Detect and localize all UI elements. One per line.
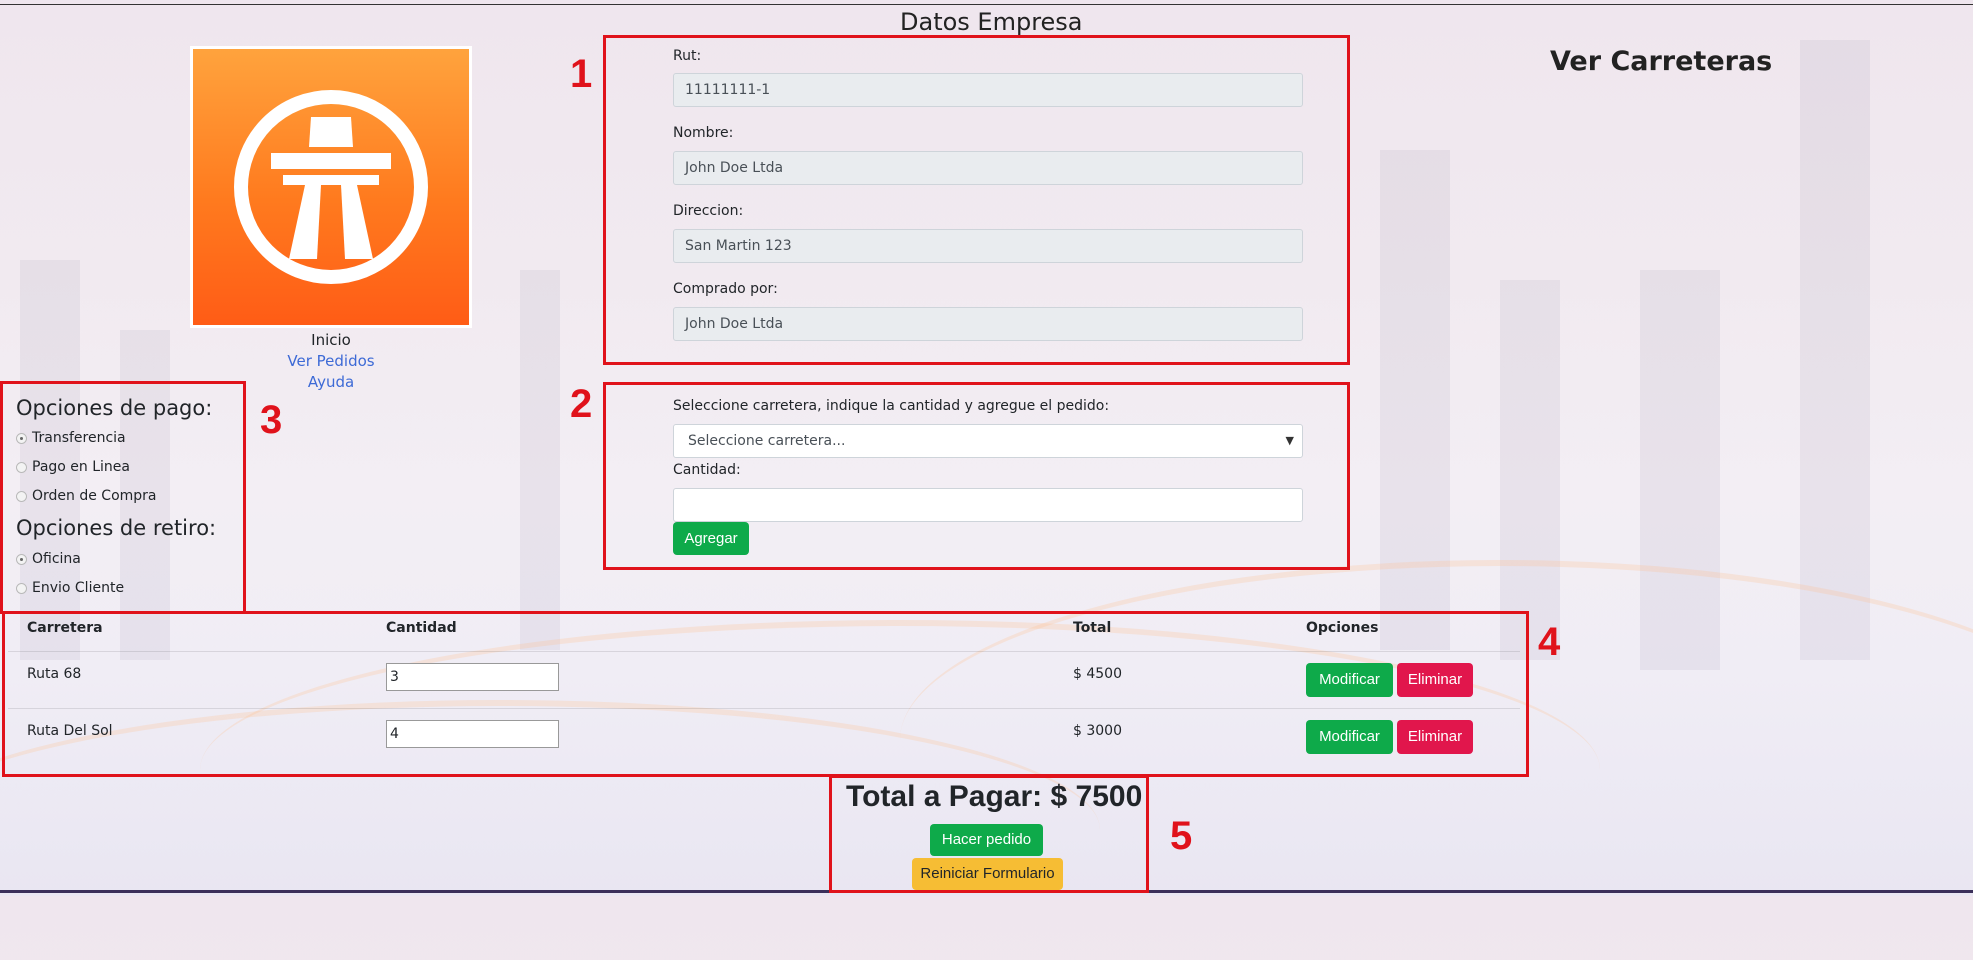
top-border — [0, 4, 1973, 5]
page-title: Datos Empresa — [900, 8, 1083, 36]
highway-icon — [234, 90, 428, 284]
eliminar-button[interactable]: Eliminar — [1397, 663, 1473, 697]
side-nav: Inicio Ver Pedidos Ayuda — [190, 330, 472, 393]
annotation-number-4: 4 — [1538, 620, 1561, 664]
comprado-field[interactable]: John Doe Ltda — [673, 307, 1303, 341]
cell-carretera: Ruta 68 — [27, 666, 82, 682]
carretera-select-value: Seleccione carretera... — [688, 433, 846, 449]
modificar-button[interactable]: Modificar — [1306, 663, 1393, 697]
col-header-carretera: Carretera — [27, 620, 103, 636]
direccion-field[interactable]: San Martin 123 — [673, 229, 1303, 263]
nombre-field[interactable]: John Doe Ltda — [673, 151, 1303, 185]
highway-logo — [190, 46, 472, 328]
cell-cantidad-input[interactable]: 4 — [386, 720, 559, 748]
nav-inicio[interactable]: Inicio — [190, 330, 472, 351]
radio-icon[interactable] — [16, 582, 27, 594]
cell-carretera: Ruta Del Sol — [27, 723, 113, 739]
radio-icon[interactable] — [16, 490, 27, 502]
modificar-button[interactable]: Modificar — [1306, 720, 1393, 754]
col-header-total: Total — [1073, 620, 1112, 636]
cell-cantidad-input[interactable]: 3 — [386, 663, 559, 691]
nav-ayuda[interactable]: Ayuda — [190, 372, 472, 393]
radio-icon[interactable] — [16, 432, 27, 444]
annotation-number-2: 2 — [570, 382, 593, 426]
row-divider — [8, 651, 1520, 652]
pago-option-label: Pago en Linea — [32, 459, 130, 475]
hacer-pedido-button[interactable]: Hacer pedido — [930, 824, 1043, 856]
cantidad-input[interactable] — [673, 488, 1303, 522]
reiniciar-formulario-button[interactable]: Reiniciar Formulario — [912, 858, 1063, 890]
cantidad-label: Cantidad: — [673, 462, 741, 478]
pago-option-transferencia[interactable]: Transferencia — [16, 430, 126, 446]
retiro-option-label: Oficina — [32, 551, 81, 567]
order-instruction: Seleccione carretera, indique la cantida… — [673, 398, 1110, 414]
eliminar-button[interactable]: Eliminar — [1397, 720, 1473, 754]
pago-title: Opciones de pago: — [16, 396, 213, 420]
bottom-border — [0, 890, 1973, 893]
ver-carreteras-link[interactable]: Ver Carreteras — [1550, 46, 1772, 77]
pago-option-linea[interactable]: Pago en Linea — [16, 459, 130, 475]
annotation-number-1: 1 — [570, 52, 593, 96]
comprado-label: Comprado por: — [673, 281, 778, 297]
carretera-select[interactable]: Seleccione carretera... ▼ — [673, 424, 1303, 458]
cell-total: $ 3000 — [1073, 723, 1122, 739]
radio-icon[interactable] — [16, 461, 27, 473]
annotation-number-5: 5 — [1170, 814, 1193, 858]
retiro-title: Opciones de retiro: — [16, 516, 217, 540]
direccion-label: Direccion: — [673, 203, 744, 219]
cell-total: $ 4500 — [1073, 666, 1122, 682]
retiro-option-label: Envio Cliente — [32, 580, 125, 596]
nombre-label: Nombre: — [673, 125, 734, 141]
pago-option-label: Transferencia — [32, 430, 126, 446]
col-header-opciones: Opciones — [1306, 620, 1379, 636]
nav-ver-pedidos[interactable]: Ver Pedidos — [190, 351, 472, 372]
total-a-pagar: Total a Pagar: $ 7500 — [846, 780, 1143, 813]
chevron-down-icon: ▼ — [1285, 434, 1294, 447]
agregar-button[interactable]: Agregar — [673, 522, 749, 555]
retiro-option-oficina[interactable]: Oficina — [16, 551, 81, 567]
rut-field[interactable]: 11111111-1 — [673, 73, 1303, 107]
pago-option-label: Orden de Compra — [32, 488, 157, 504]
col-header-cantidad: Cantidad — [386, 620, 457, 636]
annotation-number-3: 3 — [260, 398, 283, 442]
row-divider — [8, 708, 1520, 709]
radio-icon[interactable] — [16, 553, 27, 565]
pago-option-orden[interactable]: Orden de Compra — [16, 488, 157, 504]
rut-label: Rut: — [673, 48, 702, 64]
retiro-option-envio[interactable]: Envio Cliente — [16, 580, 124, 596]
